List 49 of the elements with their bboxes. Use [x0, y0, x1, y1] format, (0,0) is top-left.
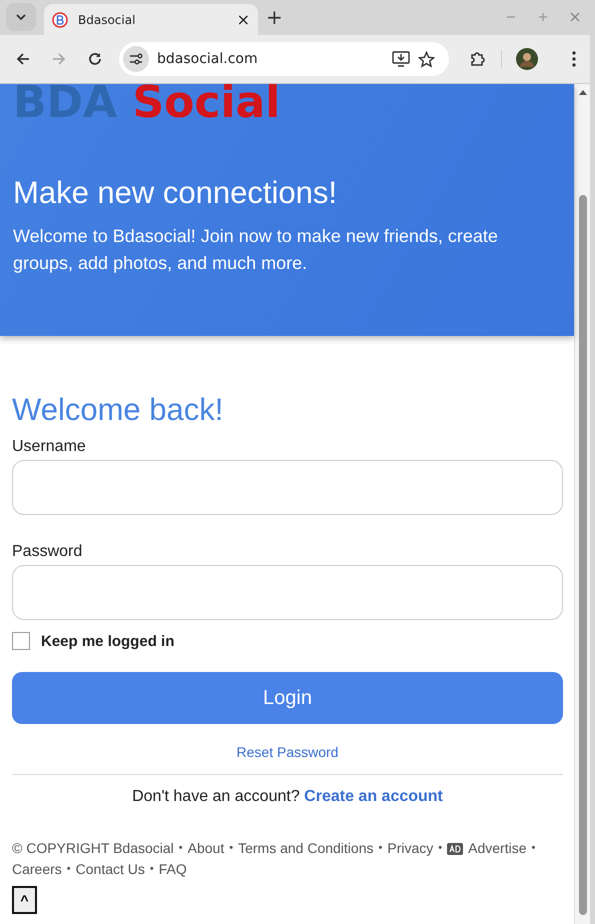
field-label: Username [12, 438, 86, 456]
puzzle-piece-icon[interactable] [469, 50, 487, 68]
separator-bullet: • [150, 862, 154, 877]
checkbox-label: Keep me logged in [41, 632, 174, 650]
new-tab-button[interactable]: + [266, 5, 283, 29]
separator-bullet: • [378, 841, 382, 856]
footer-link[interactable]: Terms and Conditions [238, 838, 374, 859]
input-field[interactable] [12, 460, 563, 515]
site-icon [52, 12, 68, 28]
avatar-icon[interactable] [516, 48, 538, 70]
back-to-top-button[interactable]: ^ [12, 886, 37, 914]
footer-link[interactable]: Advertise [468, 838, 526, 859]
site-settings-icon[interactable] [123, 46, 149, 72]
url-text: bdasocial.com [157, 51, 259, 67]
footer-link[interactable]: Privacy [387, 838, 434, 859]
install-app-icon[interactable] [392, 51, 410, 67]
field-label: Password [12, 543, 82, 561]
tab-list-button[interactable] [6, 3, 36, 31]
back-icon[interactable] [15, 51, 31, 67]
scroll-up-icon[interactable] [578, 90, 586, 95]
copyright-text: © COPYRIGHT Bdasocial [12, 839, 174, 858]
separator-bullet: • [66, 862, 71, 877]
footer-link[interactable]: Contact Us [76, 859, 145, 880]
welcome-heading: Welcome back! [12, 392, 224, 428]
chevron-down-icon [16, 14, 26, 20]
star-icon[interactable] [418, 50, 435, 68]
menu-icon[interactable] [572, 51, 576, 67]
scrollbar[interactable] [574, 84, 590, 924]
reset-password-link[interactable]: Reset Password [236, 744, 338, 760]
login-button[interactable]: Login [12, 672, 563, 724]
input-field[interactable] [12, 565, 563, 620]
tab-close-button[interactable]: × [236, 10, 250, 29]
checkbox[interactable] [12, 632, 30, 650]
footer-link[interactable]: FAQ [158, 859, 187, 880]
hero-text: Welcome to Bdasocial! Join now to make new friends, create groups, add photos, and much more. [13, 225, 499, 275]
separator-bullet: • [531, 841, 536, 856]
reload-icon[interactable] [87, 51, 103, 67]
address-bar[interactable]: bdasocial.com [119, 42, 449, 76]
ad-icon [447, 842, 464, 854]
separator-bullet: • [438, 841, 442, 856]
hero-title: Make new connections! [13, 175, 338, 211]
footer-link[interactable]: About [188, 838, 224, 859]
browser-tab[interactable]: Bdasocial × [44, 4, 258, 35]
tab-title: Bdasocial [78, 12, 136, 26]
separator-bullet: • [178, 841, 183, 856]
signup-prompt: Don't have an account? [132, 788, 300, 805]
separator-bullet: • [229, 841, 234, 856]
footer-link[interactable]: Careers [12, 859, 62, 880]
create-account-link[interactable]: Create an account [304, 788, 443, 805]
